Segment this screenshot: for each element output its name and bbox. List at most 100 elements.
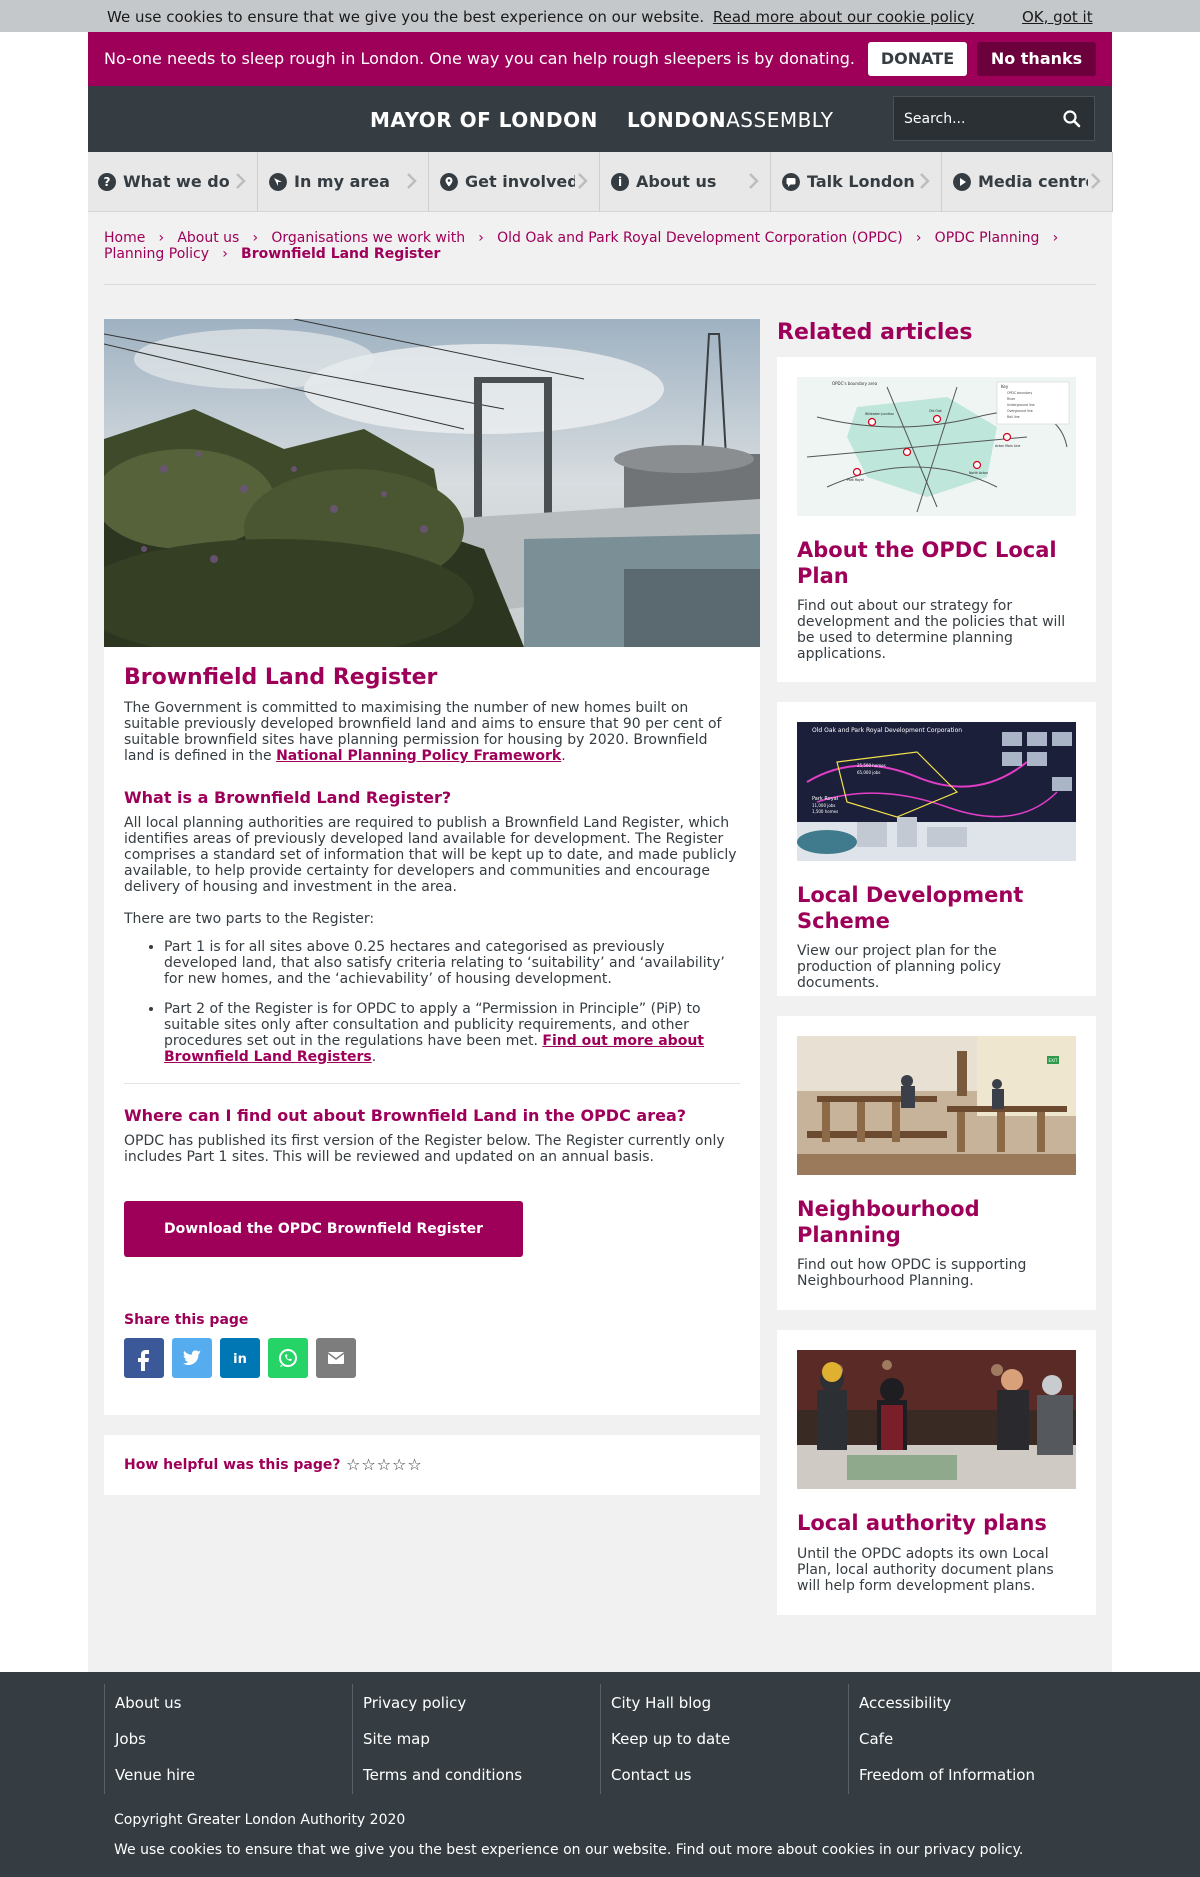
nav-item-media-centre[interactable]: Media centre <box>943 152 1113 212</box>
email-share-button[interactable] <box>316 1338 356 1378</box>
nav-item-about-us[interactable]: i About us <box>601 152 771 212</box>
related-card-text: Until the OPDC adopts its own Local Plan… <box>797 1546 1054 1594</box>
footer-link[interactable]: Privacy policy <box>363 1694 466 1712</box>
nav-label: Get involved <box>465 172 575 191</box>
nav-item-in-my-area[interactable]: In my area <box>259 152 429 212</box>
cookie-policy-link[interactable]: Read more about our cookie policy <box>713 8 974 26</box>
map-key-title: Key <box>1001 384 1009 389</box>
related-card-title[interactable]: Local Development Scheme <box>797 882 1082 934</box>
nav-item-get-involved[interactable]: Get involved <box>430 152 600 212</box>
star-rating[interactable]: ☆☆☆☆☆ <box>346 1455 423 1474</box>
footer-link[interactable]: Cafe <box>859 1730 893 1748</box>
board-stat: 11,000 jobs <box>812 803 835 808</box>
nav-item-talk-london[interactable]: Talk London <box>772 152 942 212</box>
svg-text:in: in <box>233 1352 247 1367</box>
footer-link[interactable]: Contact us <box>611 1766 691 1784</box>
related-card-local-authority[interactable]: Local authority plans Until the OPDC ado… <box>777 1330 1096 1615</box>
copyright: Copyright Greater London Authority 2020 <box>114 1812 406 1828</box>
chevron-right-icon <box>236 173 246 189</box>
related-card-text: Find out how OPDC is supporting Neighbou… <box>797 1257 1027 1289</box>
footer-link[interactable]: Terms and conditions <box>363 1766 522 1784</box>
hero-image <box>104 319 760 647</box>
related-card-neighbourhood[interactable]: EXIT Neighbourhood Planning Find out how… <box>777 1016 1096 1310</box>
nppf-link[interactable]: National Planning Policy Framework <box>276 748 561 764</box>
question-icon: ? <box>98 173 116 191</box>
site-footer: About us Jobs Venue hire Privacy policy … <box>0 1672 1200 1877</box>
breadcrumb-opdc-planning[interactable]: OPDC Planning <box>935 230 1040 246</box>
opdc-map-image: OPDC's boundary area Key OPDC boundary R… <box>797 377 1076 516</box>
related-card-lds[interactable]: Old Oak and Park Royal Development Corpo… <box>777 702 1096 996</box>
map-key-item: Overground line <box>1007 409 1033 413</box>
what-heading: What is a Brownfield Land Register? <box>124 788 452 807</box>
breadcrumb-home[interactable]: Home <box>104 230 145 246</box>
what-paragraph: All local planning authorities are requi… <box>124 815 737 895</box>
whatsapp-share-button[interactable] <box>268 1338 308 1378</box>
donate-button[interactable]: DONATE <box>868 42 967 76</box>
assembly-logo-rest: ASSEMBLY <box>726 108 834 132</box>
footer-link[interactable]: Venue hire <box>115 1766 195 1784</box>
footer-link[interactable]: Freedom of Information <box>859 1766 1035 1784</box>
no-thanks-button[interactable]: No thanks <box>977 42 1096 76</box>
board-stat: 65,000 jobs <box>857 770 880 775</box>
planning-board-image: Old Oak and Park Royal Development Corpo… <box>797 722 1076 861</box>
twitter-share-button[interactable] <box>172 1338 212 1378</box>
footer-column: Privacy policy Site map Terms and condit… <box>352 1684 600 1794</box>
nav-item-what-we-do[interactable]: ? What we do <box>88 152 258 212</box>
email-icon <box>327 1352 345 1364</box>
related-card-title[interactable]: Local authority plans <box>797 1510 1082 1536</box>
download-register-button[interactable]: Download the OPDC Brownfield Register <box>124 1201 523 1257</box>
main-nav: ? What we do In my area Get involved i A… <box>88 152 1113 212</box>
footer-link[interactable]: Jobs <box>115 1730 146 1748</box>
facebook-icon <box>138 1350 149 1371</box>
related-articles-title: Related articles <box>777 320 973 345</box>
chevron-right-icon <box>920 173 930 189</box>
cookie-text: We use cookies to ensure that we give yo… <box>107 8 975 26</box>
parts-list: Part 1 is for all sites above 0.25 hecta… <box>124 939 740 1065</box>
workshop-image <box>797 1350 1076 1489</box>
chevron-right-icon: › <box>1052 230 1059 246</box>
footer-link[interactable]: Accessibility <box>859 1694 951 1712</box>
mayor-of-london-logo[interactable]: MAYOR OF LONDON <box>370 108 598 132</box>
info-icon: i <box>611 173 629 191</box>
footer-column: Accessibility Cafe Freedom of Informatio… <box>848 1684 1096 1794</box>
chevron-right-icon <box>749 173 759 189</box>
chevron-right-icon <box>1091 173 1101 189</box>
breadcrumb-opdc[interactable]: Old Oak and Park Royal Development Corpo… <box>497 230 903 246</box>
footer-column: City Hall blog Keep up to date Contact u… <box>600 1684 848 1794</box>
search-box <box>893 96 1095 141</box>
footer-cookie-note: We use cookies to ensure that we give yo… <box>114 1842 1024 1858</box>
related-card-title[interactable]: About the OPDC Local Plan <box>797 537 1082 589</box>
search-input[interactable] <box>894 97 1059 140</box>
chat-icon <box>782 173 800 191</box>
list-item: Part 2 of the Register is for OPDC to ap… <box>164 1001 740 1065</box>
nav-label: What we do <box>123 172 230 191</box>
breadcrumb-organisations[interactable]: Organisations we work with <box>271 230 465 246</box>
chevron-right-icon: › <box>478 230 484 246</box>
map-station-label: North Acton <box>969 471 988 475</box>
breadcrumb-planning-policy[interactable]: Planning Policy <box>104 246 209 262</box>
nav-label: Media centre <box>978 172 1088 191</box>
london-assembly-logo[interactable]: LONDONASSEMBLY <box>627 108 834 132</box>
facebook-share-button[interactable] <box>124 1338 164 1378</box>
linkedin-share-button[interactable]: in <box>220 1338 260 1378</box>
cookie-bar: We use cookies to ensure that we give yo… <box>0 0 1200 32</box>
share-title: Share this page <box>124 1312 249 1328</box>
cookie-ok-link[interactable]: OK, got it <box>1022 8 1093 26</box>
search-icon[interactable] <box>1062 109 1082 129</box>
related-card-title[interactable]: Neighbourhood Planning <box>797 1196 1082 1248</box>
footer-link[interactable]: City Hall blog <box>611 1694 711 1712</box>
map-station-label: Acton Main Line <box>995 444 1020 448</box>
chevron-right-icon: › <box>252 230 259 246</box>
footer-link[interactable]: Site map <box>363 1730 430 1748</box>
related-card-text: Find out about our strategy for developm… <box>797 598 1066 662</box>
related-card-local-plan[interactable]: OPDC's boundary area Key OPDC boundary R… <box>777 357 1096 682</box>
breadcrumb-about-us[interactable]: About us <box>177 230 239 246</box>
part2-end: . <box>371 1049 377 1065</box>
list-item: Part 1 is for all sites above 0.25 hecta… <box>164 939 740 987</box>
chevron-right-icon <box>578 173 588 189</box>
footer-link[interactable]: Keep up to date <box>611 1730 730 1748</box>
donate-banner: No-one needs to sleep rough in London. O… <box>88 32 1112 86</box>
board-stat: 25,500 homes <box>857 763 886 768</box>
map-key-item: Rail line <box>1007 415 1020 419</box>
footer-link[interactable]: About us <box>115 1694 181 1712</box>
